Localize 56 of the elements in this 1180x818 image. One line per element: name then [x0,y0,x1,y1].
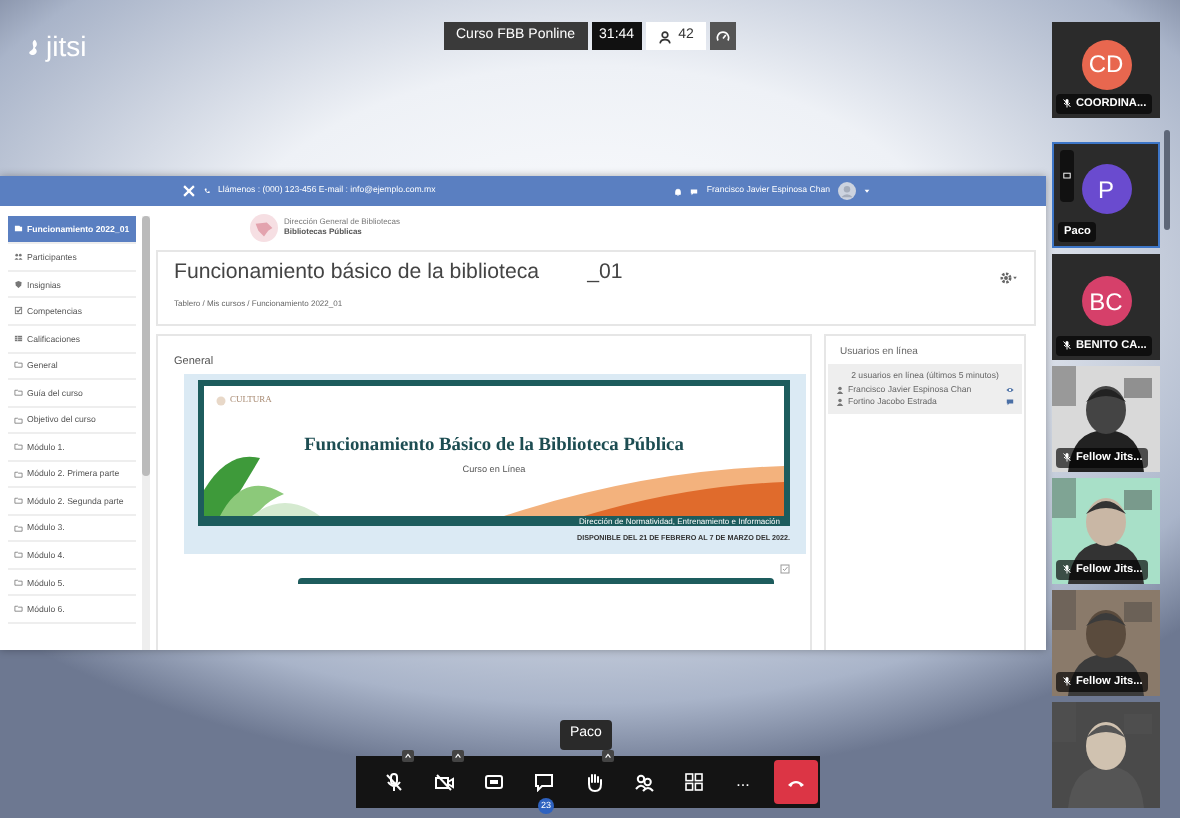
folder-icon [14,577,23,587]
caret-icon [604,752,612,760]
chat-icon[interactable] [1006,398,1014,407]
caret-icon [864,188,870,194]
screen-share-icon [483,772,503,792]
bell-icon [674,187,683,195]
page-title-suffix: _01 [587,262,623,286]
participant-tile[interactable] [1052,702,1160,808]
avatar-initials: P [1081,164,1131,214]
folder-icon [14,387,23,397]
settings-icon[interactable] [1000,272,1018,284]
folder-icon [14,469,23,479]
folder-icon [14,523,23,533]
phone-icon [204,188,210,194]
folder-icon [14,550,23,560]
menu-caret-button[interactable] [602,750,614,762]
folder-icon [14,604,23,614]
people-icon [14,252,23,262]
scrollbar-thumb[interactable] [142,216,150,476]
menu-caret-button[interactable] [402,750,414,762]
avatar-initials: CD [1081,39,1131,89]
menu-caret-button[interactable] [452,750,464,762]
map-logo-icon [250,214,278,242]
folder-icon [14,360,23,370]
caret-icon [404,752,412,760]
page-title: Funcionamiento básico de la biblioteca [174,262,540,286]
folder-icon [14,415,23,425]
grid-icon [683,772,703,792]
folder-icon [14,442,23,452]
chat-icon [690,187,699,195]
logo-text: jitsi [46,28,87,66]
logo-icon [24,34,42,60]
chat-icon [533,772,553,792]
avatar-icon [838,182,856,200]
banner-title: Funcionamiento Básico de la Biblioteca Pública [304,434,684,460]
user-icon [836,398,844,407]
connection-button[interactable] [709,22,736,50]
checkbox-icon [780,563,790,574]
scrollbar-thumb[interactable] [1164,130,1170,230]
people-icon [633,772,653,792]
folder-icon [14,224,23,234]
more-button[interactable]: ... [718,760,768,804]
caret-icon [454,752,462,760]
shield-icon [14,279,23,289]
user-icon [836,386,844,395]
folder-icon [14,496,23,506]
hand-icon [583,772,603,792]
participants-icon [658,29,673,43]
avatar-initials: BC [1081,276,1131,326]
emblem-icon [216,396,226,407]
gauge-icon [715,29,730,43]
screen-share-icon [1062,171,1072,180]
leaf-drawing [204,452,320,517]
table-icon [14,333,23,343]
checkbox-icon [14,306,23,316]
close-icon [182,184,196,198]
